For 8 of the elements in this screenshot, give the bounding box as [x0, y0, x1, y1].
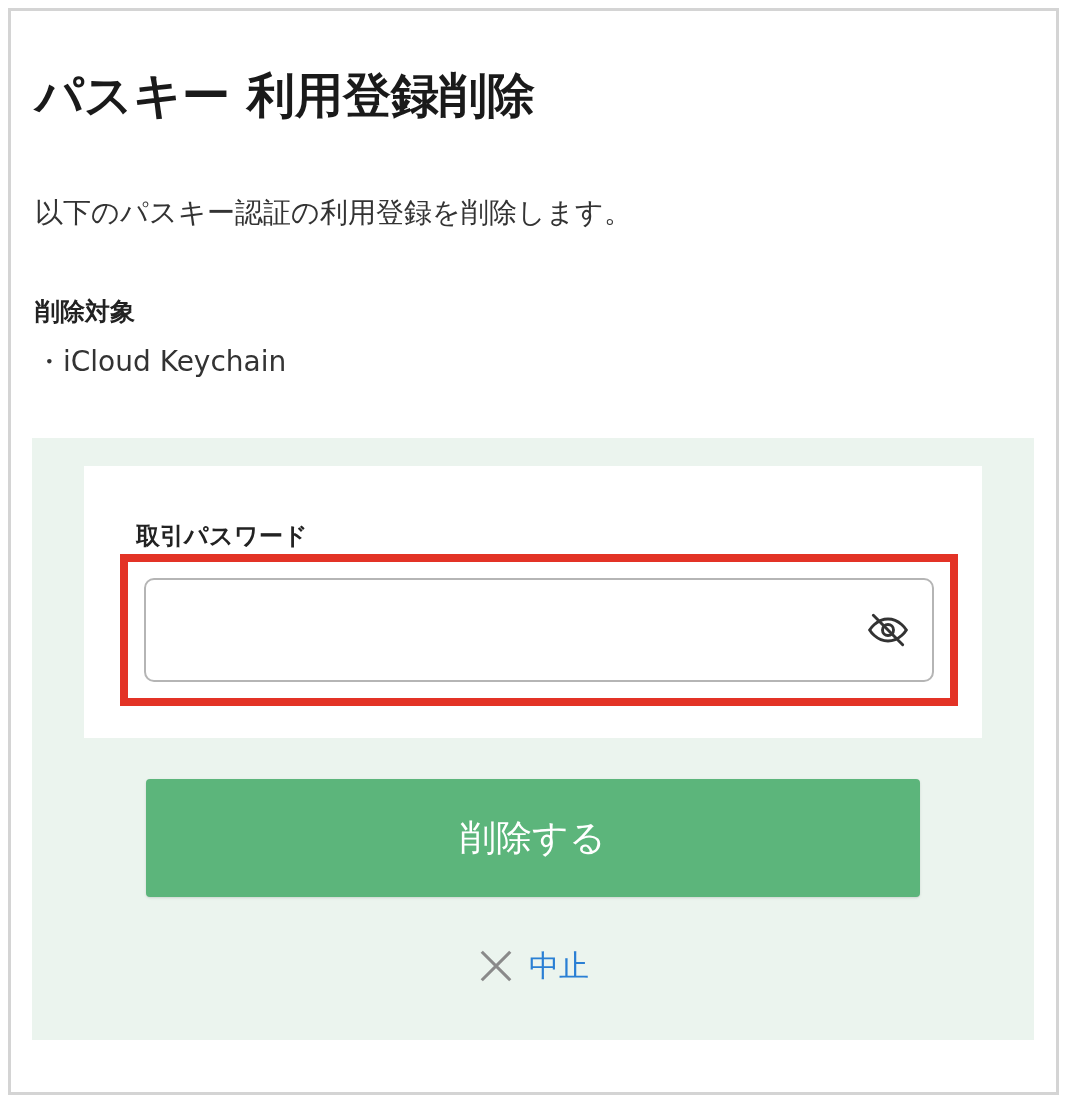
delete-button[interactable]: 削除する [146, 779, 920, 897]
cancel-link[interactable]: 中止 [529, 951, 589, 981]
password-field[interactable] [144, 578, 934, 682]
page-title: パスキー 利用登録削除 [35, 71, 536, 119]
password-label: 取引パスワード [136, 524, 309, 548]
target-label: 削除対象 [35, 299, 136, 324]
description-text: 以下のパスキー認証の利用登録を削除します。 [35, 199, 633, 227]
target-item: ・iCloud Keychain [35, 348, 288, 376]
